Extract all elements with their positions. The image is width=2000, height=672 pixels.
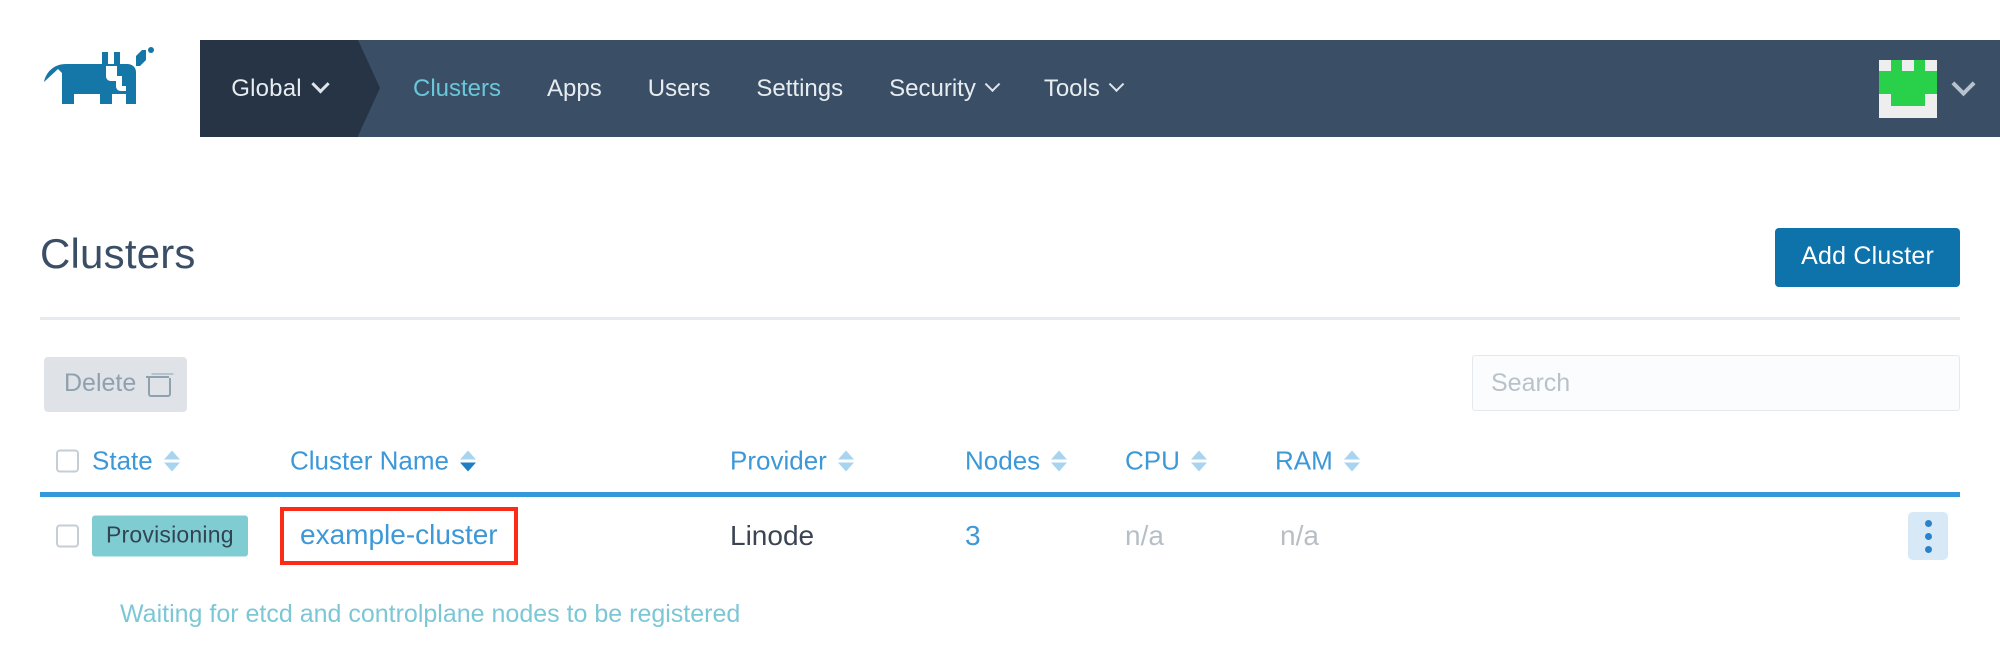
clusters-table: State Cluster Name Provider Nodes CPU RA…	[40, 430, 1960, 492]
nav-item-label: Security	[889, 74, 976, 102]
app-header: Global Clusters Apps Users Settings Secu…	[0, 0, 2000, 150]
sort-arrows-icon	[837, 450, 854, 472]
column-header-cluster-name[interactable]: Cluster Name	[290, 446, 476, 477]
column-header-label: Nodes	[965, 445, 1041, 476]
nav-item-clusters[interactable]: Clusters	[390, 40, 524, 137]
row-actions-button[interactable]	[1908, 512, 1948, 560]
column-header-ram[interactable]: RAM	[1275, 446, 1360, 477]
clusters-table-body: Provisioning example-cluster Linode 3 n/…	[40, 500, 1960, 572]
global-context-switcher[interactable]: Global	[200, 40, 358, 137]
cluster-name-highlight: example-cluster	[280, 507, 518, 565]
row-status-message: Waiting for etcd and controlplane nodes …	[120, 600, 741, 628]
nav-item-label: Apps	[547, 74, 602, 102]
sort-arrows-icon	[459, 450, 476, 472]
chevron-down-icon	[1951, 72, 1976, 97]
nav-item-apps[interactable]: Apps	[524, 40, 625, 137]
status-badge-label: Provisioning	[92, 515, 248, 557]
select-all-checkbox[interactable]	[56, 449, 79, 473]
column-header-label: State	[92, 445, 153, 476]
kebab-menu-icon	[1908, 512, 1948, 560]
trash-icon	[146, 373, 172, 397]
chevron-down-icon	[1108, 76, 1125, 93]
nav-item-users[interactable]: Users	[625, 40, 734, 137]
delete-button[interactable]: Delete	[44, 357, 188, 412]
nav-item-label: Users	[647, 74, 711, 102]
main-navbar: Global Clusters Apps Users Settings Secu…	[200, 40, 2000, 137]
column-header-provider[interactable]: Provider	[730, 446, 854, 477]
sort-arrows-icon	[1343, 450, 1360, 472]
column-header-label: Cluster Name	[290, 445, 449, 476]
title-divider	[40, 317, 1960, 320]
column-header-label: RAM	[1275, 445, 1333, 476]
column-header-label: Provider	[730, 445, 827, 476]
nav-item-settings[interactable]: Settings	[733, 40, 866, 137]
user-menu[interactable]	[1869, 52, 1982, 126]
delete-button-label: Delete	[64, 369, 137, 397]
cell-cpu: n/a	[1125, 520, 1164, 551]
column-header-state[interactable]: State	[92, 446, 180, 477]
cell-nodes[interactable]: 3	[965, 520, 981, 552]
column-header-cpu[interactable]: CPU	[1125, 446, 1207, 477]
avatar	[1879, 59, 1937, 118]
table-header-row: State Cluster Name Provider Nodes CPU RA…	[40, 430, 1960, 492]
search-input[interactable]	[1472, 355, 1960, 411]
table-row: Provisioning example-cluster Linode 3 n/…	[40, 500, 1960, 572]
chevron-down-icon	[311, 75, 330, 94]
status-badge: Provisioning	[92, 515, 248, 557]
nav-item-label: Settings	[756, 74, 844, 102]
nav-item-tools[interactable]: Tools	[1021, 40, 1145, 137]
cell-ram: n/a	[1280, 520, 1319, 551]
sort-arrows-icon	[163, 450, 180, 472]
nav-item-label: Tools	[1043, 74, 1100, 102]
cluster-name-link[interactable]: example-cluster	[300, 519, 498, 550]
nav-item-security[interactable]: Security	[866, 40, 1021, 137]
page-title: Clusters	[40, 230, 196, 277]
sort-arrows-icon	[1190, 450, 1207, 472]
chevron-down-icon	[984, 76, 1001, 93]
context-arrow-divider	[358, 40, 380, 136]
rancher-cow-logo	[44, 47, 154, 104]
nav-item-label: Clusters	[413, 74, 502, 102]
row-select-checkbox[interactable]	[56, 524, 79, 548]
rancher-logo[interactable]	[36, 42, 156, 112]
column-header-nodes[interactable]: Nodes	[965, 445, 1068, 477]
nav-link-list: Clusters Apps Users Settings Security To…	[390, 40, 1145, 137]
column-header-label: CPU	[1125, 445, 1180, 476]
add-cluster-button[interactable]: Add Cluster	[1775, 228, 1960, 287]
sort-arrows-icon	[1051, 450, 1068, 472]
global-context-label: Global	[231, 74, 302, 102]
cell-provider: Linode	[730, 520, 815, 551]
table-header-rule	[40, 492, 1960, 497]
